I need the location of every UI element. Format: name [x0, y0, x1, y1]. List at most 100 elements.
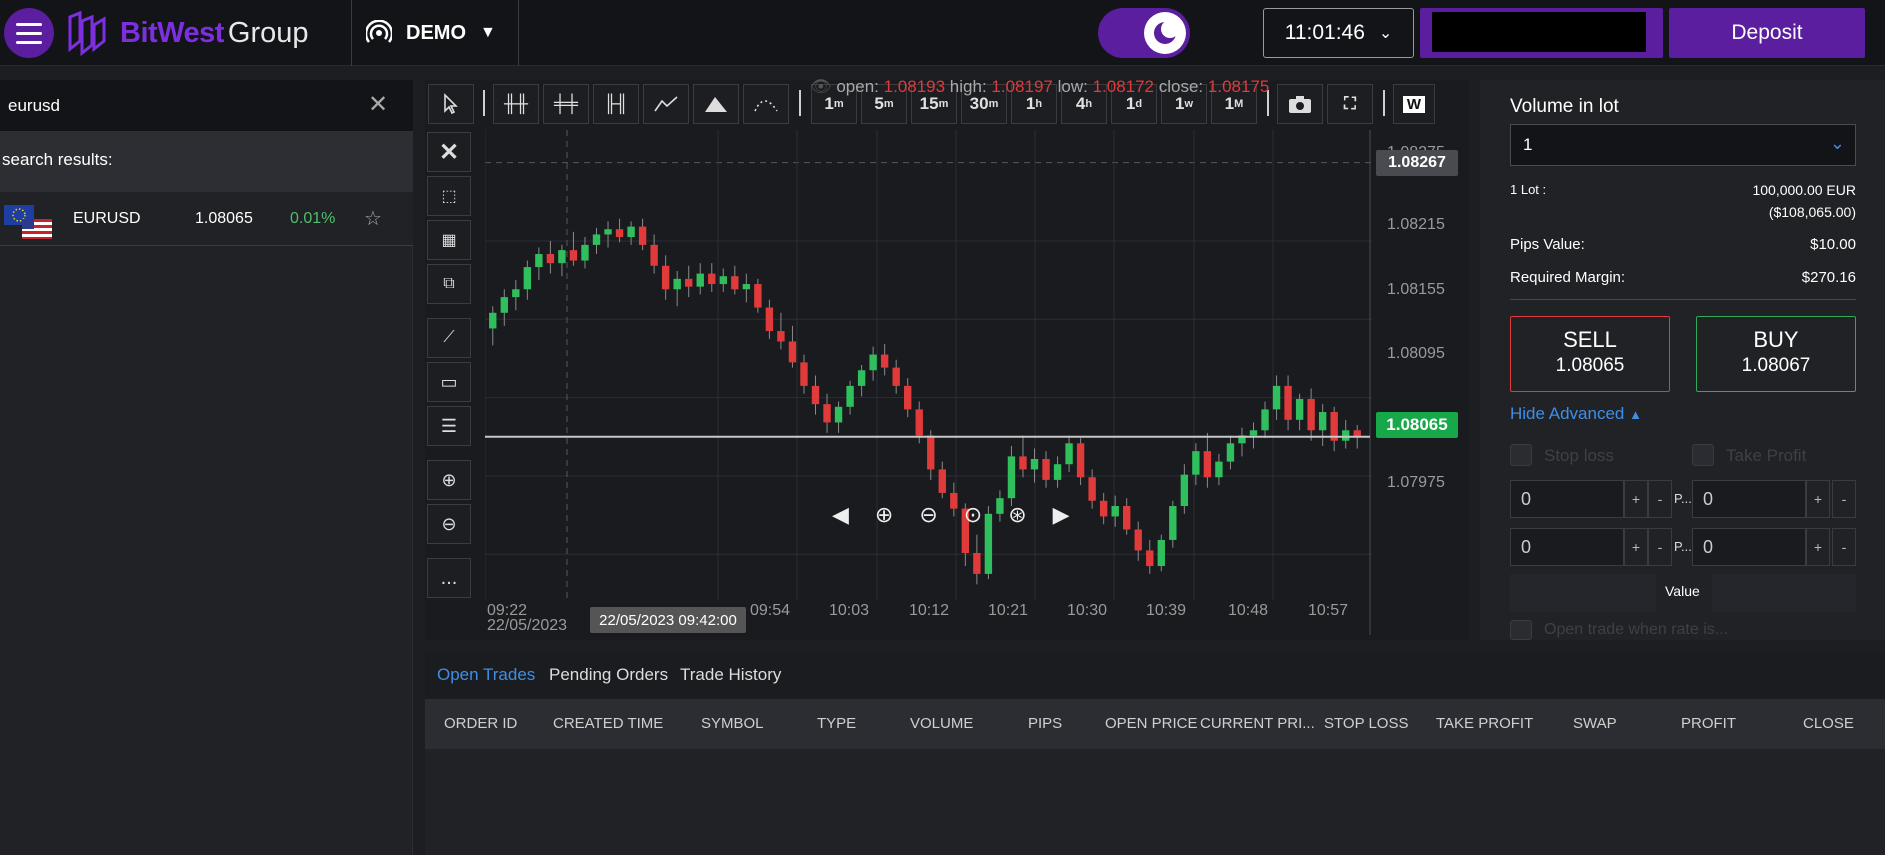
- candle: [696, 263, 704, 295]
- col-created-time[interactable]: CREATED TIME: [553, 715, 663, 732]
- low-value: 1.08172: [1092, 77, 1155, 96]
- candle-body: [938, 469, 946, 493]
- reset-zoom-icon[interactable]: ⊛: [1008, 502, 1026, 528]
- candle: [1318, 404, 1327, 446]
- candle: [1203, 432, 1212, 488]
- menu-button[interactable]: [4, 8, 54, 58]
- screenshot-button[interactable]: [1277, 84, 1323, 124]
- col-current-price[interactable]: CURRENT PRI...: [1200, 715, 1315, 732]
- dot-chart-button[interactable]: [743, 84, 789, 124]
- volume-select[interactable]: 1 ⌄: [1510, 124, 1856, 166]
- sl-pips-minus-button[interactable]: -: [1648, 528, 1672, 566]
- account-balance[interactable]: [1420, 8, 1663, 58]
- candle: [904, 378, 912, 418]
- list-item[interactable]: EURUSD 1.08065 0.01% ☆: [0, 192, 413, 246]
- close-tool-button[interactable]: ✕: [427, 132, 471, 172]
- candle-body: [1203, 451, 1212, 478]
- sl-minus-button[interactable]: -: [1648, 480, 1672, 518]
- tp-minus-button[interactable]: -: [1832, 480, 1856, 518]
- trades-table-header: ORDER ID CREATED TIME SYMBOL TYPE VOLUME…: [425, 699, 1885, 749]
- take-profit-input[interactable]: 0: [1692, 480, 1806, 518]
- cursor-tool-button[interactable]: [428, 84, 474, 124]
- col-swap[interactable]: SWAP: [1573, 715, 1617, 732]
- x-tick-label: 10:03: [829, 602, 870, 619]
- stop-loss-checkbox[interactable]: [1510, 444, 1532, 466]
- stop-loss-input[interactable]: 0: [1510, 480, 1624, 518]
- candle: [1146, 539, 1154, 574]
- tab-trade-history[interactable]: Trade History: [680, 665, 781, 685]
- select-tool-button[interactable]: ⬚: [427, 176, 471, 216]
- col-profit[interactable]: PROFIT: [1681, 715, 1736, 732]
- candle-body: [857, 370, 866, 386]
- take-profit-checkbox[interactable]: [1692, 444, 1714, 466]
- col-close[interactable]: CLOSE: [1803, 715, 1854, 732]
- hide-advanced-link[interactable]: Hide Advanced ▲: [1510, 404, 1642, 424]
- timeframe-unit: m: [883, 98, 894, 110]
- fit-zoom-icon[interactable]: ⊙: [964, 502, 982, 528]
- col-open-price[interactable]: OPEN PRICE: [1105, 715, 1198, 732]
- timeframe-label: 15: [919, 94, 939, 113]
- tp-pips-minus-button[interactable]: -: [1832, 528, 1856, 566]
- tp-pips-plus-button[interactable]: +: [1806, 528, 1830, 566]
- sell-button[interactable]: SELL 1.08065: [1510, 316, 1670, 392]
- sl-pips-input[interactable]: 0: [1510, 528, 1624, 566]
- col-stop-loss[interactable]: STOP LOSS: [1324, 715, 1409, 732]
- candle-body: [834, 406, 843, 423]
- lines-icon: ☰: [440, 415, 458, 436]
- zoom-out-tool-button[interactable]: ⊖: [427, 504, 471, 544]
- sl-pips-plus-button[interactable]: +: [1624, 528, 1648, 566]
- open-trade-when-checkbox[interactable]: [1510, 620, 1532, 640]
- value-input[interactable]: [1712, 574, 1856, 612]
- col-order-id[interactable]: ORDER ID: [444, 715, 517, 732]
- candle: [1053, 456, 1062, 488]
- delete-drawings-button[interactable]: ▦: [427, 220, 471, 260]
- timeframe-label: 1: [824, 94, 834, 113]
- watermark-button[interactable]: W: [1393, 84, 1435, 124]
- tp-plus-button[interactable]: +: [1806, 480, 1830, 518]
- tab-open-trades[interactable]: Open Trades: [437, 665, 535, 685]
- rectangle-tool-button[interactable]: ▭: [427, 362, 471, 402]
- time-select[interactable]: 11:01:46 ⌄: [1263, 8, 1414, 58]
- deposit-button[interactable]: Deposit: [1669, 8, 1865, 58]
- zoom-in-tool-button[interactable]: ⊕: [427, 460, 471, 500]
- theme-toggle[interactable]: [1098, 8, 1190, 58]
- x-tick-label: 10:39: [1146, 602, 1187, 619]
- line-chart-button[interactable]: [643, 84, 689, 124]
- trendline-tool-button[interactable]: ⟋: [427, 318, 471, 358]
- favorite-star-icon[interactable]: ☆: [364, 206, 382, 231]
- tab-pending-orders[interactable]: Pending Orders: [549, 665, 668, 685]
- brand-logo[interactable]: BitWest Group: [66, 6, 309, 60]
- y-tick-label: 1.07975: [1387, 474, 1445, 491]
- account-mode-dropdown[interactable]: DEMO ▼: [366, 0, 496, 66]
- clear-search-icon[interactable]: ✕: [368, 90, 388, 119]
- zoom-in-icon[interactable]: ⊕: [875, 502, 893, 528]
- zoom-out-icon[interactable]: ⊖: [919, 502, 937, 528]
- horizontal-lines-button[interactable]: ☰: [427, 406, 471, 446]
- close-icon: ✕: [438, 138, 460, 166]
- col-symbol[interactable]: SYMBOL: [701, 715, 764, 732]
- area-chart-button[interactable]: [693, 84, 739, 124]
- clone-tool-button[interactable]: ⧉: [427, 264, 471, 304]
- search-input[interactable]: [8, 92, 348, 120]
- col-type[interactable]: TYPE: [817, 715, 856, 732]
- fullscreen-button[interactable]: ⛶: [1327, 84, 1373, 124]
- candlestick-chart-button[interactable]: ╫╫: [493, 84, 539, 124]
- eye-icon[interactable]: 👁: [810, 77, 832, 96]
- col-volume[interactable]: VOLUME: [910, 715, 973, 732]
- scroll-left-icon[interactable]: ◀: [832, 502, 849, 528]
- more-tools-button[interactable]: ...: [427, 558, 471, 598]
- buy-button[interactable]: BUY 1.08067: [1696, 316, 1856, 392]
- divider: [351, 0, 352, 66]
- scroll-right-icon[interactable]: ▶: [1053, 502, 1070, 528]
- ohlc-bars-button[interactable]: ╟╢: [593, 84, 639, 124]
- hollow-candles-button[interactable]: ╪╪: [543, 84, 589, 124]
- col-take-profit[interactable]: TAKE PROFIT: [1436, 715, 1533, 732]
- col-pips[interactable]: PIPS: [1028, 715, 1062, 732]
- sl-plus-button[interactable]: +: [1624, 480, 1648, 518]
- top-bar: BitWest Group DEMO ▼ 11:01:46 ⌄ Deposit: [0, 0, 1885, 66]
- candle-body: [1272, 385, 1281, 410]
- symbol-change: 0.01%: [290, 210, 336, 227]
- tp-pips-input[interactable]: 0: [1692, 528, 1806, 566]
- price-chart[interactable]: [485, 130, 1372, 635]
- rate-input[interactable]: [1510, 574, 1656, 612]
